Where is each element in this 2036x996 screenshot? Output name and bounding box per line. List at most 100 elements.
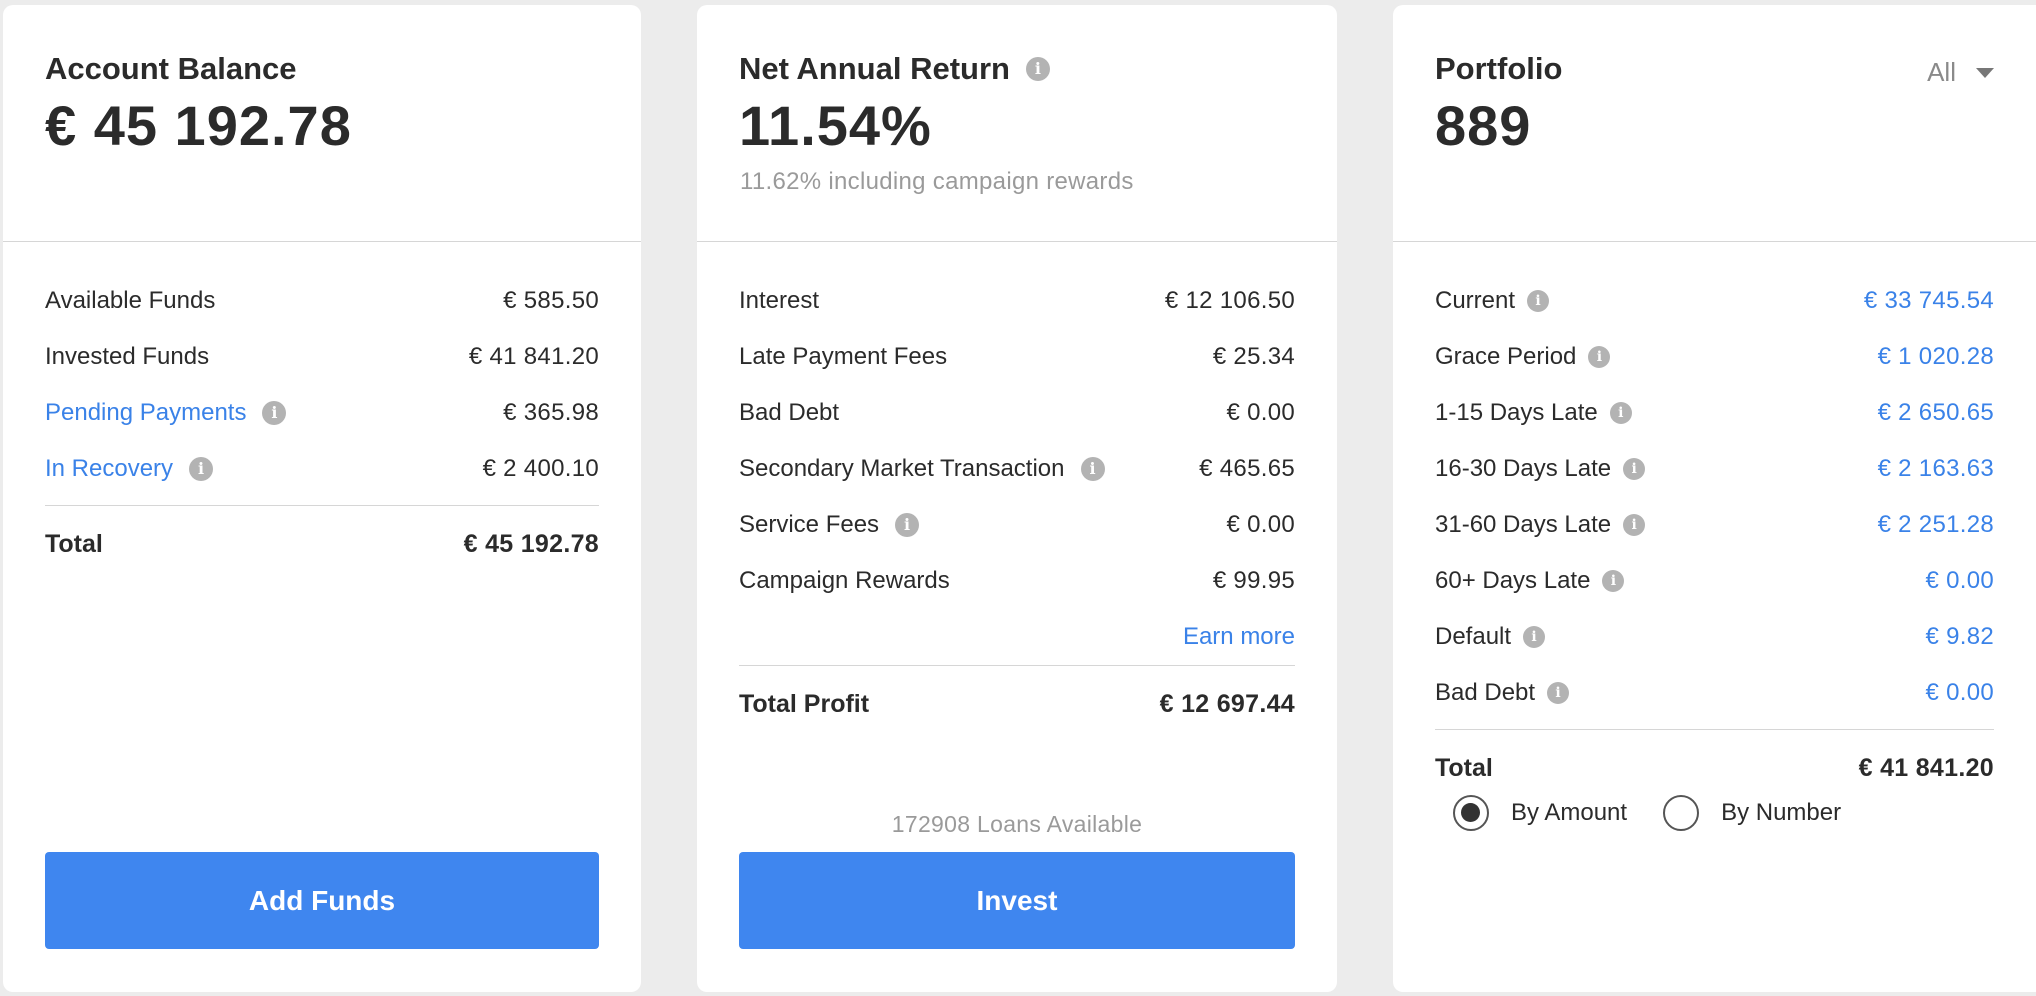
total-value: € 12 697.44	[1159, 689, 1295, 718]
total-value: € 41 841.20	[1858, 753, 1994, 782]
earn-more-row: Earn more	[739, 609, 1295, 665]
total-label: Total	[45, 529, 103, 558]
info-icon[interactable]: i	[1609, 402, 1632, 424]
row-available-funds: Available Funds € 585.50	[45, 273, 599, 329]
info-icon[interactable]: i	[1602, 570, 1625, 592]
row-invested-funds: Invested Funds € 41 841.20	[45, 329, 599, 385]
info-icon[interactable]: i	[1623, 458, 1646, 480]
row-label: 60+ Days Late	[1435, 567, 1591, 594]
row-service-fees: Service Fees i € 0.00	[739, 497, 1295, 553]
net-annual-return-subtitle: 11.62% including campaign rewards	[740, 168, 1134, 195]
info-icon[interactable]: i	[1547, 682, 1570, 704]
dashboard: Account Balance € 45 192.78 Available Fu…	[0, 0, 2036, 996]
info-icon[interactable]: i	[262, 401, 287, 425]
row-label-wrap: 16-30 Days Late i	[1435, 455, 1646, 483]
row-label-wrap: 60+ Days Late i	[1435, 567, 1625, 595]
row-late-payment-fees: Late Payment Fees € 25.34	[739, 329, 1295, 385]
row-label: Default	[1435, 623, 1512, 650]
row-value: € 0.00	[1226, 511, 1295, 538]
info-icon[interactable]: i	[189, 457, 214, 481]
info-icon[interactable]: i	[1080, 457, 1105, 481]
row-value-link[interactable]: € 0.00	[1925, 679, 1994, 707]
row-value-link[interactable]: € 1 020.28	[1878, 343, 1994, 371]
row-pending-payments: Pending Payments i € 365.98	[45, 385, 599, 441]
net-annual-return-rows: Interest € 12 106.50 Late Payment Fees €…	[739, 273, 1295, 732]
row-bad-debt: Bad Debt € 0.00	[739, 385, 1295, 441]
row-label-wrap: Current i	[1435, 287, 1550, 315]
portfolio-rows: Current i € 33 745.54 Grace Period i € 1…	[1435, 273, 1994, 796]
total-value: € 45 192.78	[463, 529, 599, 558]
row-value-link[interactable]: € 9.82	[1925, 623, 1994, 651]
row-label: Bad Debt	[1435, 679, 1536, 706]
row-value: € 25.34	[1212, 343, 1295, 370]
row-secondary-market: Secondary Market Transaction i € 465.65	[739, 441, 1295, 497]
row-value: € 465.65	[1199, 455, 1295, 482]
row-value: € 0.00	[1226, 399, 1295, 426]
row-16-30-days-late: 16-30 Days Late i € 2 163.63	[1435, 441, 1994, 497]
row-current: Current i € 33 745.54	[1435, 273, 1994, 329]
info-icon[interactable]: i	[1025, 57, 1050, 81]
row-label: Invested Funds	[45, 343, 210, 370]
net-annual-return-card: Net Annual Return i 11.54% 11.62% includ…	[697, 5, 1337, 992]
row-label: Bad Debt	[739, 399, 840, 426]
row-label: 16-30 Days Late	[1435, 455, 1612, 482]
info-icon[interactable]: i	[1527, 290, 1550, 312]
info-icon[interactable]: i	[1623, 514, 1646, 536]
total-label: Total	[1435, 753, 1493, 782]
info-icon[interactable]: i	[1588, 346, 1611, 368]
row-label: Current	[1435, 287, 1516, 314]
info-icon[interactable]: i	[895, 513, 920, 537]
by-amount-radio-option[interactable]: By Amount	[1453, 795, 1627, 831]
row-label: 31-60 Days Late	[1435, 511, 1612, 538]
row-label-wrap: Pending Payments i	[45, 399, 287, 427]
total-label: Total Profit	[739, 689, 870, 718]
row-value-link[interactable]: € 0.00	[1925, 567, 1994, 595]
by-number-radio[interactable]	[1663, 795, 1700, 831]
row-label: Available Funds	[45, 287, 216, 314]
row-value-link[interactable]: € 2 650.65	[1878, 399, 1994, 427]
net-annual-return-title-wrap: Net Annual Return i	[739, 51, 1050, 87]
by-amount-radio[interactable]	[1453, 795, 1489, 831]
row-value-link[interactable]: € 2 251.28	[1878, 511, 1994, 539]
row-value: € 41 841.20	[468, 343, 599, 370]
by-number-radio-option[interactable]: By Number	[1663, 795, 1841, 831]
row-value: € 99.95	[1212, 567, 1295, 594]
row-interest: Interest € 12 106.50	[739, 273, 1295, 329]
row-total: Total € 45 192.78	[45, 516, 599, 572]
by-amount-label: By Amount	[1511, 799, 1628, 826]
account-balance-header: Account Balance € 45 192.78	[3, 5, 641, 242]
row-label-wrap: Service Fees i	[739, 511, 920, 539]
loans-available-text: 172908 Loans Available	[891, 811, 1143, 837]
account-balance-title: Account Balance	[45, 51, 297, 86]
row-in-recovery: In Recovery i € 2 400.10	[45, 441, 599, 497]
row-label: Secondary Market Transaction	[739, 455, 1065, 482]
invest-button[interactable]: Invest	[739, 852, 1295, 949]
add-funds-button[interactable]: Add Funds	[45, 852, 599, 949]
info-icon[interactable]: i	[1523, 626, 1546, 648]
portfolio-card: Portfolio 889 All Current i € 33 745.54 …	[1393, 5, 2036, 992]
row-total-profit: Total Profit € 12 697.44	[739, 676, 1295, 732]
row-label: Campaign Rewards	[739, 567, 950, 594]
row-label: Grace Period	[1435, 343, 1577, 370]
earn-more-link[interactable]: Earn more	[1183, 623, 1295, 651]
account-balance-rows: Available Funds € 585.50 Invested Funds …	[45, 273, 599, 572]
row-campaign-rewards: Campaign Rewards € 99.95	[739, 553, 1295, 609]
pending-payments-link[interactable]: Pending Payments	[45, 399, 246, 427]
row-value-link[interactable]: € 2 163.63	[1878, 455, 1994, 483]
row-60-plus-days-late: 60+ Days Late i € 0.00	[1435, 553, 1994, 609]
row-label: Interest	[739, 287, 820, 314]
row-total: Total € 41 841.20	[1435, 740, 1994, 796]
portfolio-filter-select[interactable]: All	[1927, 57, 1994, 88]
row-31-60-days-late: 31-60 Days Late i € 2 251.28	[1435, 497, 1994, 553]
row-label-wrap: Default i	[1435, 623, 1546, 651]
in-recovery-link[interactable]: In Recovery	[45, 455, 173, 483]
account-balance-amount: € 45 192.78	[45, 94, 352, 157]
divider	[739, 665, 1295, 666]
by-number-label: By Number	[1721, 799, 1842, 826]
row-value-link[interactable]: € 33 745.54	[1864, 287, 1994, 315]
row-value: € 12 106.50	[1164, 287, 1295, 314]
net-annual-return-amount: 11.54%	[739, 94, 932, 157]
row-grace-period: Grace Period i € 1 020.28	[1435, 329, 1994, 385]
account-balance-card: Account Balance € 45 192.78 Available Fu…	[3, 5, 641, 992]
portfolio-view-radio-group: By Amount By Number	[1453, 795, 1877, 831]
